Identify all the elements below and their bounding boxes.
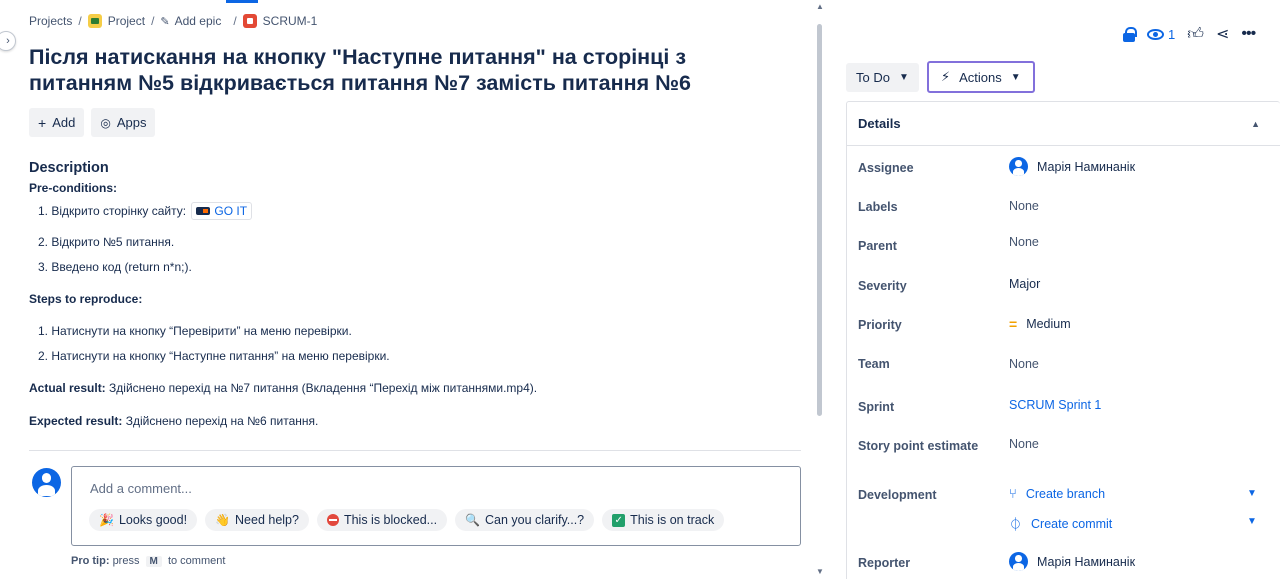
precondition-item: 2. Відкрито №5 питання. (38, 235, 175, 249)
team-value[interactable]: None (1009, 357, 1039, 371)
more-icon[interactable]: ••• (1241, 25, 1256, 43)
chip-clarify[interactable]: 🔍 Can you clarify...? (455, 509, 595, 531)
sprint-label: Sprint (858, 400, 895, 414)
quick-reply-chips: 🎉 Looks good! 👋 Need help? This is blocked… (89, 509, 725, 531)
story-points-value[interactable]: None (1009, 437, 1039, 451)
severity-label: Severity (858, 279, 907, 293)
details-panel: Details ▲ Assignee Марія Наминанік Label… (846, 101, 1280, 579)
divider (29, 450, 801, 451)
assignee-value[interactable]: Марія Наминанік (1009, 157, 1135, 176)
breadcrumb-project[interactable]: Project (108, 14, 145, 28)
apps-button[interactable]: ◎ Apps (91, 108, 156, 137)
priority-medium-icon: = (1009, 316, 1018, 332)
pencil-icon: ✎ (160, 15, 170, 28)
chip-looks-good[interactable]: 🎉 Looks good! (89, 509, 198, 531)
precondition-item: 1. Відкрито сторінку сайту: GO IT (38, 202, 253, 220)
assignee-label: Assignee (858, 161, 914, 175)
expand-sidebar-button[interactable]: › (0, 31, 16, 51)
plus-icon: + (38, 114, 47, 131)
party-icon: 🎉 (99, 513, 114, 527)
lightning-icon: ⚡︎ (941, 69, 951, 84)
issue-title[interactable]: Після натискання на кнопку "Наступне пит… (29, 44, 789, 96)
chevron-right-icon: › (6, 35, 10, 47)
breadcrumb-issue-key[interactable]: SCRUM-1 (263, 14, 318, 28)
create-branch-link[interactable]: ⑂ Create branch (1009, 486, 1105, 501)
status-dropdown[interactable]: To Do ▼ (846, 63, 919, 92)
story-points-label: Story point estimate (858, 439, 979, 453)
actions-button[interactable]: ⚡︎ Actions ▼ (927, 61, 1035, 93)
description-heading: Description (29, 160, 109, 176)
commit-icon: ⏀ (1009, 517, 1023, 532)
lock-icon[interactable] (1123, 26, 1137, 42)
chip-need-help[interactable]: 👋 Need help? (205, 509, 309, 531)
magnifier-icon: 🔍 (465, 513, 481, 527)
wave-icon: 👋 (215, 513, 231, 527)
issue-header-actions: 1 👍︎ ⋖ ••• (1123, 24, 1256, 44)
eye-icon (1147, 28, 1164, 40)
details-header[interactable]: Details ▲ (847, 102, 1280, 146)
expected-result: Expected result: Здійснено перехід на №6… (29, 414, 319, 428)
chevron-down-icon[interactable]: ▼ (1247, 488, 1257, 499)
step-item: 1. Натиснути на кнопку “Перевірити” на м… (38, 324, 352, 338)
labels-value[interactable]: None (1009, 199, 1039, 213)
apps-icon: ◎ (100, 115, 111, 130)
thumbs-up-icon[interactable]: 👍︎ (1187, 25, 1204, 44)
create-commit-link[interactable]: ⏀ Create commit (1009, 514, 1112, 533)
preconditions-label: Pre-conditions: (29, 181, 118, 195)
issue-main-panel: › Projects / Project / ✎ Add epic / SCRU… (0, 0, 826, 579)
no-entry-icon (326, 514, 339, 526)
watchers-button[interactable]: 1 (1147, 27, 1175, 42)
add-button[interactable]: + Add (29, 108, 85, 137)
goit-favicon (196, 207, 211, 215)
issue-toolbar: + Add ◎ Apps (29, 108, 156, 137)
pro-tip: Pro tip: press M to comment (71, 555, 226, 567)
priority-label: Priority (858, 318, 902, 332)
development-label: Development (858, 488, 937, 502)
sprint-value[interactable]: SCRUM Sprint 1 (1009, 398, 1101, 412)
branch-icon: ⑂ (1009, 486, 1017, 501)
priority-value[interactable]: = Medium (1009, 316, 1071, 332)
precondition-item: 3. Введено код (return n*n;). (38, 260, 192, 274)
comment-input[interactable]: Add a comment... 🎉 Looks good! 👋 Need help… (71, 466, 801, 546)
scroll-up-icon[interactable]: ▲ (816, 2, 824, 11)
chevron-down-icon[interactable]: ▼ (1247, 516, 1257, 527)
reporter-value[interactable]: Марія Наминанік (1009, 552, 1135, 571)
user-avatar (32, 468, 61, 497)
main-scrollbar[interactable]: ▲ ▼ (814, 0, 826, 579)
reporter-label: Reporter (858, 556, 911, 570)
chip-on-track[interactable]: ✓ This is on track (602, 509, 725, 531)
chevron-up-icon: ▲ (1251, 118, 1260, 129)
severity-value[interactable]: Major (1009, 277, 1040, 291)
goit-smart-link[interactable]: GO IT (191, 202, 253, 220)
reporter-avatar (1009, 552, 1028, 571)
chevron-down-icon: ▼ (898, 72, 909, 83)
chevron-down-icon: ▼ (1010, 71, 1021, 83)
actual-result: Actual result: Здійснено перехід на №7 п… (29, 381, 538, 395)
assignee-avatar (1009, 157, 1028, 176)
issue-side-panel: 1 👍︎ ⋖ ••• To Do ▼ ⚡︎ Actions ▼ Details ▲ A… (826, 0, 1280, 579)
scrollbar-thumb[interactable] (817, 24, 822, 416)
labels-label: Labels (858, 200, 898, 214)
keyboard-key: M (145, 556, 162, 567)
parent-label: Parent (858, 239, 897, 253)
parent-value[interactable]: None (1009, 235, 1039, 249)
step-item: 2. Натиснути на кнопку “Наступне питання… (38, 349, 390, 363)
share-icon[interactable]: ⋖ (1216, 24, 1229, 44)
scroll-down-icon[interactable]: ▼ (816, 567, 824, 576)
bug-icon (242, 14, 257, 28)
comment-placeholder: Add a comment... (90, 481, 192, 496)
steps-label: Steps to reproduce: (29, 292, 143, 306)
chip-blocked[interactable]: This is blocked... (316, 509, 448, 531)
team-label: Team (858, 357, 890, 371)
breadcrumb-add-epic[interactable]: Add epic (175, 14, 222, 28)
check-icon: ✓ (612, 513, 626, 527)
breadcrumb: Projects / Project / ✎ Add epic / SCRUM-… (29, 14, 318, 28)
project-icon (87, 14, 102, 28)
breadcrumb-projects[interactable]: Projects (29, 14, 72, 28)
